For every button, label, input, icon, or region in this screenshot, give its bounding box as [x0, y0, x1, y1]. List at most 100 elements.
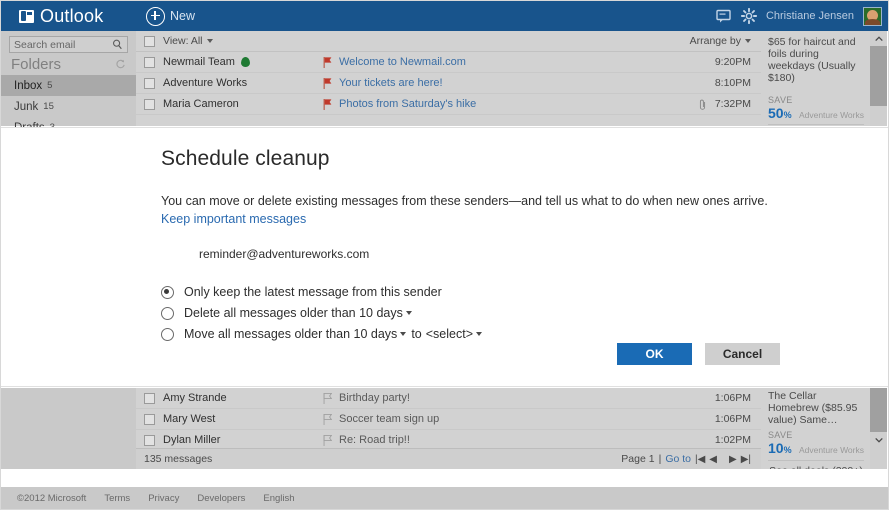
- ad-save-label: SAVE: [768, 430, 793, 440]
- footer-link-privacy[interactable]: Privacy: [148, 493, 179, 504]
- row-checkbox[interactable]: [144, 434, 155, 446]
- vertical-scrollbar-top[interactable]: [870, 31, 887, 126]
- ad-title[interactable]: $65 for haircut and foils during weekday…: [768, 36, 864, 84]
- search-input[interactable]: [14, 38, 112, 51]
- attachment-icon: [699, 99, 705, 110]
- flag-icon[interactable]: [323, 434, 332, 446]
- option-move-older[interactable]: Move all messages older than 10 days to …: [161, 325, 888, 343]
- footer-link-terms[interactable]: Terms: [104, 493, 130, 504]
- page-label: Page 1: [621, 453, 655, 465]
- new-message-button[interactable]: New: [136, 1, 205, 31]
- gear-icon[interactable]: [740, 8, 757, 24]
- option-keep-latest[interactable]: Only keep the latest message from this s…: [161, 283, 888, 301]
- table-row[interactable]: Mary West Soccer team sign up 1:06PM: [136, 409, 761, 430]
- scrollbar-thumb[interactable]: [870, 388, 887, 432]
- row-checkbox[interactable]: [144, 77, 155, 89]
- separator: |: [658, 453, 662, 465]
- folder-select-value[interactable]: <select>: [426, 327, 473, 341]
- table-row[interactable]: Newmail Team Welcome to Newmail.com 9:20…: [136, 52, 761, 73]
- cancel-button[interactable]: Cancel: [705, 343, 780, 365]
- flag-icon[interactable]: [323, 77, 332, 89]
- folder-count: 5: [47, 80, 53, 91]
- sender-name: Amy Strande: [163, 392, 227, 404]
- sender-name: Mary West: [163, 413, 216, 425]
- chevron-down-icon[interactable]: [405, 311, 412, 315]
- message-subject[interactable]: Welcome to Newmail.com: [339, 56, 715, 68]
- radio-icon[interactable]: [161, 285, 174, 299]
- message-subject[interactable]: Re: Road trip!!: [339, 434, 715, 446]
- flag-icon[interactable]: [323, 413, 332, 425]
- search-icon[interactable]: [112, 39, 123, 50]
- view-filter[interactable]: View: All: [163, 35, 213, 47]
- flag-icon[interactable]: [323, 56, 332, 68]
- message-subject[interactable]: Birthday party!: [339, 392, 715, 404]
- search-email-box[interactable]: [9, 36, 128, 53]
- table-row[interactable]: Adventure Works Your tickets are here! 8…: [136, 73, 761, 94]
- message-time: 1:02PM: [714, 434, 751, 446]
- option-mid-word: to: [411, 327, 422, 341]
- row-checkbox[interactable]: [144, 413, 155, 425]
- message-subject[interactable]: Photos from Saturday's hike: [339, 98, 699, 110]
- message-time: 8:10PM: [714, 77, 751, 89]
- scroll-down-button[interactable]: [870, 432, 887, 447]
- keep-important-messages-link[interactable]: Keep important messages: [161, 212, 306, 226]
- option-delete-older[interactable]: Delete all messages older than 10 days: [161, 304, 888, 322]
- sender-name: Dylan Miller: [163, 434, 221, 446]
- sender-name: Newmail Team: [163, 56, 235, 68]
- chevron-down-icon[interactable]: [400, 332, 407, 336]
- user-name-label[interactable]: Christiane Jensen: [766, 10, 854, 22]
- chevron-down-icon[interactable]: [476, 332, 483, 336]
- plus-icon: [146, 6, 165, 26]
- sidebar-item-inbox[interactable]: Inbox 5: [1, 75, 136, 96]
- prev-page-button[interactable]: ◀: [709, 454, 717, 465]
- brand-label: Outlook: [40, 6, 104, 26]
- scroll-up-button[interactable]: [870, 31, 887, 46]
- dialog-title: Schedule cleanup: [161, 147, 330, 170]
- divider: [768, 124, 864, 125]
- goto-link[interactable]: Go to: [665, 453, 691, 465]
- message-time: 1:06PM: [714, 392, 751, 404]
- footer-link-developers[interactable]: Developers: [197, 493, 245, 504]
- first-page-button[interactable]: |◀: [695, 454, 705, 465]
- option-label: Only keep the latest message from this s…: [184, 285, 442, 299]
- row-checkbox[interactable]: [144, 56, 155, 68]
- refresh-icon[interactable]: [115, 59, 126, 70]
- next-page-button[interactable]: ▶: [729, 454, 737, 465]
- sidebar-lower: [1, 388, 136, 469]
- table-row[interactable]: Amy Strande Birthday party! 1:06PM: [136, 388, 761, 409]
- arrange-by-label: Arrange by: [689, 35, 741, 47]
- row-checkbox[interactable]: [144, 98, 155, 110]
- messenger-icon[interactable]: [716, 8, 732, 24]
- ad-discount-row: 10% Adventure Works: [768, 440, 864, 456]
- see-all-deals-button[interactable]: See all deals (200+): [768, 460, 864, 469]
- last-page-button[interactable]: ▶|: [741, 454, 751, 465]
- ad-percent-value: 10: [768, 440, 784, 456]
- ad-title[interactable]: The Cellar Homebrew ($85.95 value) Same…: [768, 390, 864, 426]
- radio-icon[interactable]: [161, 327, 174, 341]
- user-avatar[interactable]: [863, 6, 882, 26]
- table-row[interactable]: Maria Cameron Photos from Saturday's hik…: [136, 94, 761, 115]
- outlook-brand[interactable]: Outlook: [1, 1, 136, 31]
- message-sender: Amy Strande: [163, 392, 323, 404]
- ok-button[interactable]: OK: [617, 343, 692, 365]
- vertical-scrollbar-bottom[interactable]: [870, 388, 887, 469]
- message-subject[interactable]: Your tickets are here!: [339, 77, 715, 89]
- chevron-down-icon: [206, 39, 213, 44]
- sidebar-item-junk[interactable]: Junk 15: [1, 96, 136, 117]
- message-subject[interactable]: Soccer team sign up: [339, 413, 715, 425]
- folder-label: Junk: [14, 100, 39, 113]
- row-checkbox[interactable]: [144, 392, 155, 404]
- flag-icon[interactable]: [323, 392, 332, 404]
- ad-brand: Adventure Works: [798, 110, 864, 120]
- select-all-checkbox[interactable]: [144, 35, 155, 47]
- flag-icon[interactable]: [323, 98, 332, 110]
- ad-save-label: SAVE: [768, 95, 793, 105]
- footer-link-english[interactable]: English: [263, 493, 294, 504]
- pagination-controls: Page 1 | Go to |◀ ◀ ▶ ▶|: [621, 453, 751, 465]
- ad-percent-unit: %: [783, 445, 792, 455]
- radio-icon[interactable]: [161, 306, 174, 320]
- arrange-by-control[interactable]: Arrange by: [690, 35, 751, 47]
- top-navigation-bar: Outlook New Christiane Jensen: [1, 1, 888, 31]
- scrollbar-thumb[interactable]: [870, 46, 887, 106]
- ad-discount-row: 50% Adventure Works: [768, 105, 864, 121]
